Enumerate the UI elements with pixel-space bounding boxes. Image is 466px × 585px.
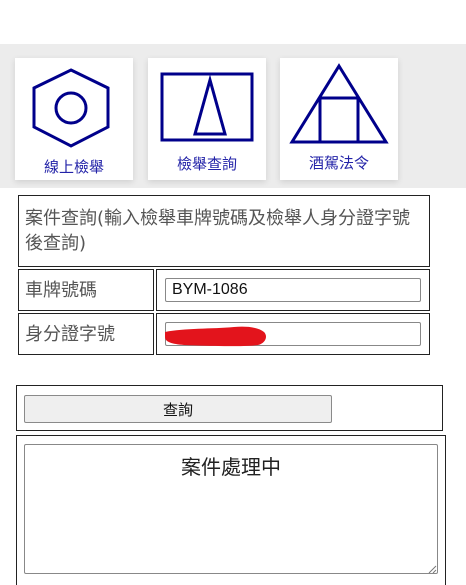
nav-card-label: 檢舉查詢 [176,155,237,173]
triangle-in-square-icon [160,72,254,142]
nav-card-label: 酒駕法令 [308,154,369,172]
nav-card-label: 線上檢舉 [43,158,104,176]
query-button[interactable]: 查詢 [24,395,332,423]
square-in-triangle-icon [289,63,389,144]
nav-card-dui-law[interactable]: 酒駕法令 [280,58,398,180]
plate-label: 車牌號碼 [18,269,154,311]
nav-card-online-report[interactable]: 線上檢舉 [15,58,133,180]
hexagon-nut-icon [32,68,110,148]
id-label: 身分證字號 [18,313,154,355]
form-heading: 案件查詢(輸入檢舉車牌號碼及檢舉人身分證字號後查詢) [18,195,430,267]
plate-number-input[interactable] [165,278,421,302]
result-row: 案件處理中 [16,435,446,585]
result-textarea[interactable]: 案件處理中 [24,444,438,574]
resize-grip-icon[interactable] [427,564,437,574]
redaction-scribble [165,326,266,347]
nav-card-report-query[interactable]: 檢舉查詢 [148,58,266,180]
plate-cell [156,269,430,311]
query-button-row: 查詢 [16,385,443,431]
